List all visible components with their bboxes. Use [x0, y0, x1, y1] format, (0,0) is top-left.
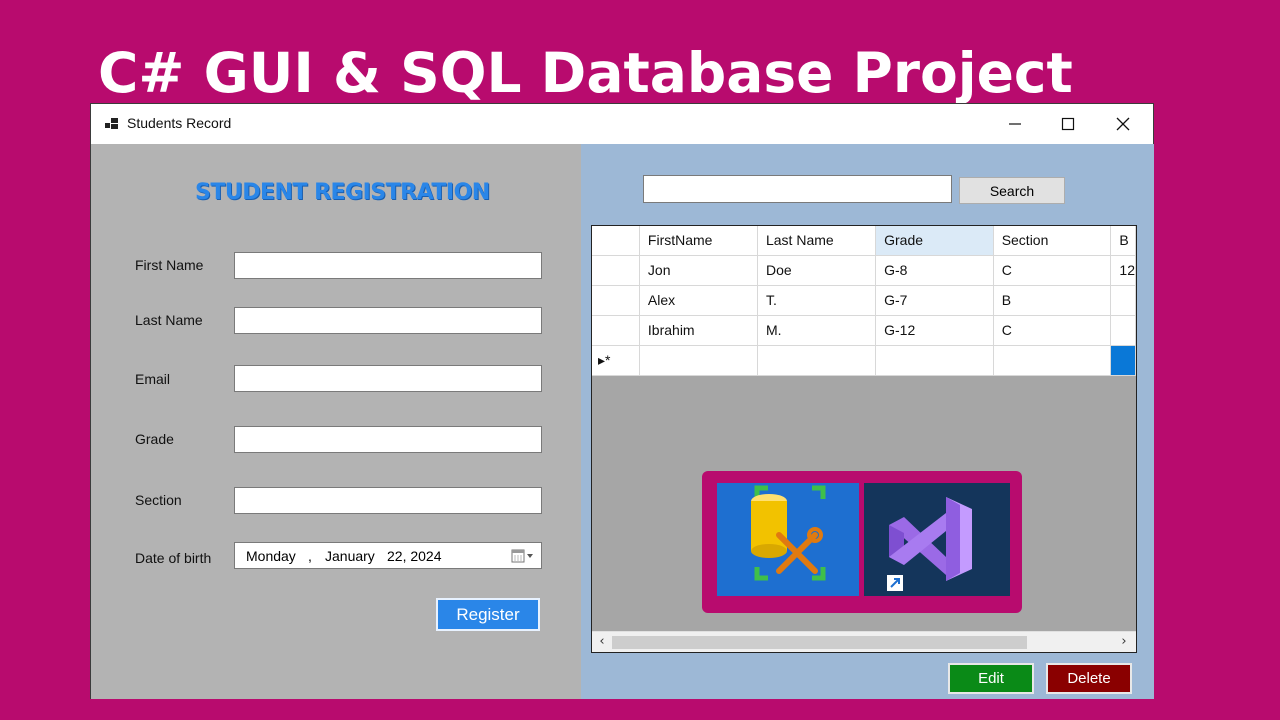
close-icon — [1116, 117, 1129, 131]
row-header[interactable] — [592, 255, 640, 286]
last-name-label: Last Name — [135, 312, 203, 328]
column-header-grade[interactable]: Grade — [875, 226, 994, 256]
first-name-label: First Name — [135, 257, 204, 273]
column-header-last-name[interactable]: Last Name — [757, 226, 877, 256]
last-name-field[interactable] — [234, 307, 542, 334]
scroll-left-icon[interactable]: ‹ — [594, 634, 610, 649]
cell-firstname[interactable]: Ibrahim — [639, 315, 758, 346]
logo-frame — [702, 471, 1022, 613]
cell-last-name[interactable]: M. — [757, 315, 877, 346]
register-button[interactable]: Register — [436, 598, 540, 631]
dob-label: Date of birth — [135, 550, 212, 566]
section-label: Section — [135, 492, 182, 508]
cell-grade[interactable]: G-7 — [875, 285, 994, 316]
email-label: Email — [135, 371, 171, 387]
cell-section[interactable]: C — [993, 255, 1112, 286]
window-title: Students Record — [127, 115, 232, 131]
grid-table: FirstName Last Name Grade Section B Jon … — [592, 226, 1136, 376]
maximize-button[interactable] — [1040, 104, 1095, 144]
minimize-icon — [1008, 123, 1021, 125]
app-icon — [105, 118, 118, 129]
visual-studio-icon — [864, 483, 1010, 596]
calendar-dropdown-icon[interactable] — [511, 548, 535, 564]
row-header[interactable] — [592, 285, 640, 316]
first-name-field[interactable] — [234, 252, 542, 279]
grade-label: Grade — [135, 431, 174, 447]
edit-button[interactable]: Edit — [948, 663, 1034, 694]
current-cell[interactable] — [1110, 345, 1136, 376]
search-button[interactable]: Search — [959, 177, 1065, 204]
cell-section[interactable]: C — [993, 315, 1112, 346]
scroll-right-icon[interactable]: › — [1116, 634, 1132, 649]
dob-date-picker[interactable]: Monday , January 22, 2024 — [234, 542, 542, 569]
cell-dob[interactable] — [1110, 285, 1136, 316]
sql-server-tools-icon — [717, 483, 859, 596]
new-cell-firstname[interactable] — [639, 345, 758, 376]
header-row: FirstName Last Name Grade Section B — [592, 226, 1136, 256]
records-panel: Search FirstName Last Name Grade Section… — [581, 144, 1154, 699]
cell-dob[interactable]: 12 — [1110, 255, 1136, 286]
new-cell-grade[interactable] — [875, 345, 994, 376]
maximize-icon — [1061, 117, 1074, 131]
title-bar: Students Record — [91, 104, 1153, 144]
students-data-grid[interactable]: FirstName Last Name Grade Section B Jon … — [591, 225, 1137, 653]
delete-button[interactable]: Delete — [1046, 663, 1132, 694]
email-field[interactable] — [234, 365, 542, 392]
dob-weekday: Monday — [246, 548, 296, 564]
grade-field[interactable] — [234, 426, 542, 453]
cell-firstname[interactable]: Jon — [639, 255, 758, 286]
cell-dob[interactable] — [1110, 315, 1136, 346]
new-cell-last-name[interactable] — [757, 345, 877, 376]
horizontal-scrollbar[interactable]: ‹ › — [592, 631, 1136, 652]
registration-panel: STUDENT REGISTRATION First Name Last Nam… — [91, 144, 581, 699]
table-row[interactable]: Jon Doe G-8 C 12 — [592, 255, 1136, 286]
new-cell-section[interactable] — [993, 345, 1112, 376]
registration-heading: STUDENT REGISTRATION — [195, 180, 490, 205]
cell-grade[interactable]: G-8 — [875, 255, 994, 286]
cell-last-name[interactable]: Doe — [757, 255, 877, 286]
cell-grade[interactable]: G-12 — [875, 315, 994, 346]
minimize-button[interactable] — [987, 104, 1042, 144]
column-header-firstname[interactable]: FirstName — [639, 226, 758, 256]
row-header[interactable] — [592, 315, 640, 346]
cell-firstname[interactable]: Alex — [639, 285, 758, 316]
students-record-window: Students Record STUDENT REGISTRATION Fir… — [90, 103, 1154, 699]
banner-title: C# GUI & SQL Database Project — [98, 41, 1073, 105]
search-input[interactable] — [643, 175, 952, 203]
dob-month: January — [325, 548, 375, 564]
column-header-dob[interactable]: B — [1110, 226, 1136, 256]
table-row[interactable]: Alex T. G-7 B — [592, 285, 1136, 316]
scroll-thumb[interactable] — [612, 636, 1027, 649]
row-header-corner — [592, 226, 640, 256]
dob-day-year: 22, 2024 — [387, 548, 442, 564]
section-field[interactable] — [234, 487, 542, 514]
column-header-section[interactable]: Section — [993, 226, 1112, 256]
cell-last-name[interactable]: T. — [757, 285, 877, 316]
dob-separator: , — [308, 548, 312, 564]
close-button[interactable] — [1095, 104, 1150, 144]
new-row-marker[interactable]: ▸* — [592, 345, 640, 376]
cell-section[interactable]: B — [993, 285, 1112, 316]
new-row[interactable]: ▸* — [592, 345, 1136, 376]
table-row[interactable]: Ibrahim M. G-12 C — [592, 315, 1136, 346]
